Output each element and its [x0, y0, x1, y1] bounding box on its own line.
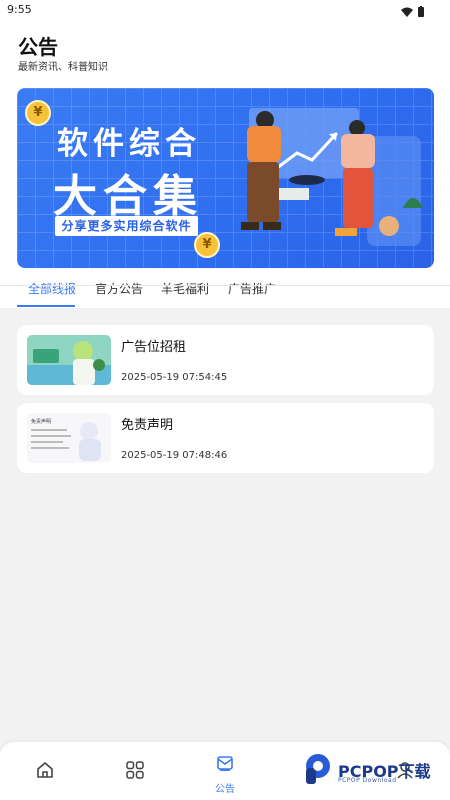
post-date: 2025-05-19 07:48:46: [121, 450, 228, 461]
banner-tagline: 分享更多实用综合软件: [55, 216, 198, 236]
banner-illustration: [241, 108, 423, 246]
wifi-battery-icon: [401, 6, 424, 17]
tab-ads[interactable]: 广告推广: [228, 280, 276, 297]
status-bar: 9:55: [0, 0, 450, 22]
page-subtitle: 最新资讯、科普知识: [18, 62, 108, 73]
divider: [0, 285, 450, 286]
nav-home[interactable]: [0, 742, 90, 800]
watermark-subtext: PCPOP Download: [338, 777, 397, 784]
pcpop-logo-icon: [306, 754, 330, 784]
active-tab-indicator: [17, 305, 75, 307]
thumb-caption: 免责声明: [31, 418, 51, 425]
header: 公告 最新资讯、科普知识 ¥ 软件综合 大合集 分享更多实用综合软件 ¥ 全部线…: [0, 22, 450, 308]
list-item[interactable]: 免责声明 免责声明 2025-05-19 07:48:46: [17, 403, 434, 473]
nav-categories[interactable]: [90, 742, 180, 800]
status-time: 9:55: [7, 3, 32, 16]
post-thumbnail: 免责声明: [27, 413, 111, 463]
tab-all[interactable]: 全部线报: [28, 280, 76, 297]
post-thumbnail: [27, 335, 111, 385]
post-title: 广告位招租: [121, 340, 187, 355]
announcement-icon: [217, 756, 233, 771]
nav-announcements[interactable]: 公告: [180, 742, 270, 800]
grid-icon: [126, 761, 144, 779]
disclaimer-image-icon: 免责声明: [27, 413, 111, 463]
post-title: 免责声明: [121, 418, 174, 433]
status-icons: [400, 3, 430, 22]
banner[interactable]: ¥ 软件综合 大合集 分享更多实用综合软件 ¥: [17, 88, 434, 268]
anime-image-icon: [27, 335, 111, 385]
post-date: 2025-05-19 07:54:45: [121, 372, 228, 383]
watermark: PCPOP下载 PCPOP Download: [302, 752, 450, 788]
banner-heading-line1: 软件综合: [57, 126, 201, 162]
nav-announcements-label: 公告: [215, 784, 235, 795]
home-icon: [37, 762, 53, 778]
tab-welfare[interactable]: 羊毛福利: [161, 280, 209, 297]
list-item[interactable]: 广告位招租 2025-05-19 07:54:45: [17, 325, 434, 395]
coin-icon: ¥: [25, 100, 51, 126]
banner-heading-line2: 大合集: [53, 171, 203, 222]
tab-official[interactable]: 官方公告: [95, 280, 143, 297]
page-title: 公告: [18, 35, 58, 59]
category-tabs: 全部线报 官方公告 羊毛福利 广告推广: [0, 270, 450, 308]
